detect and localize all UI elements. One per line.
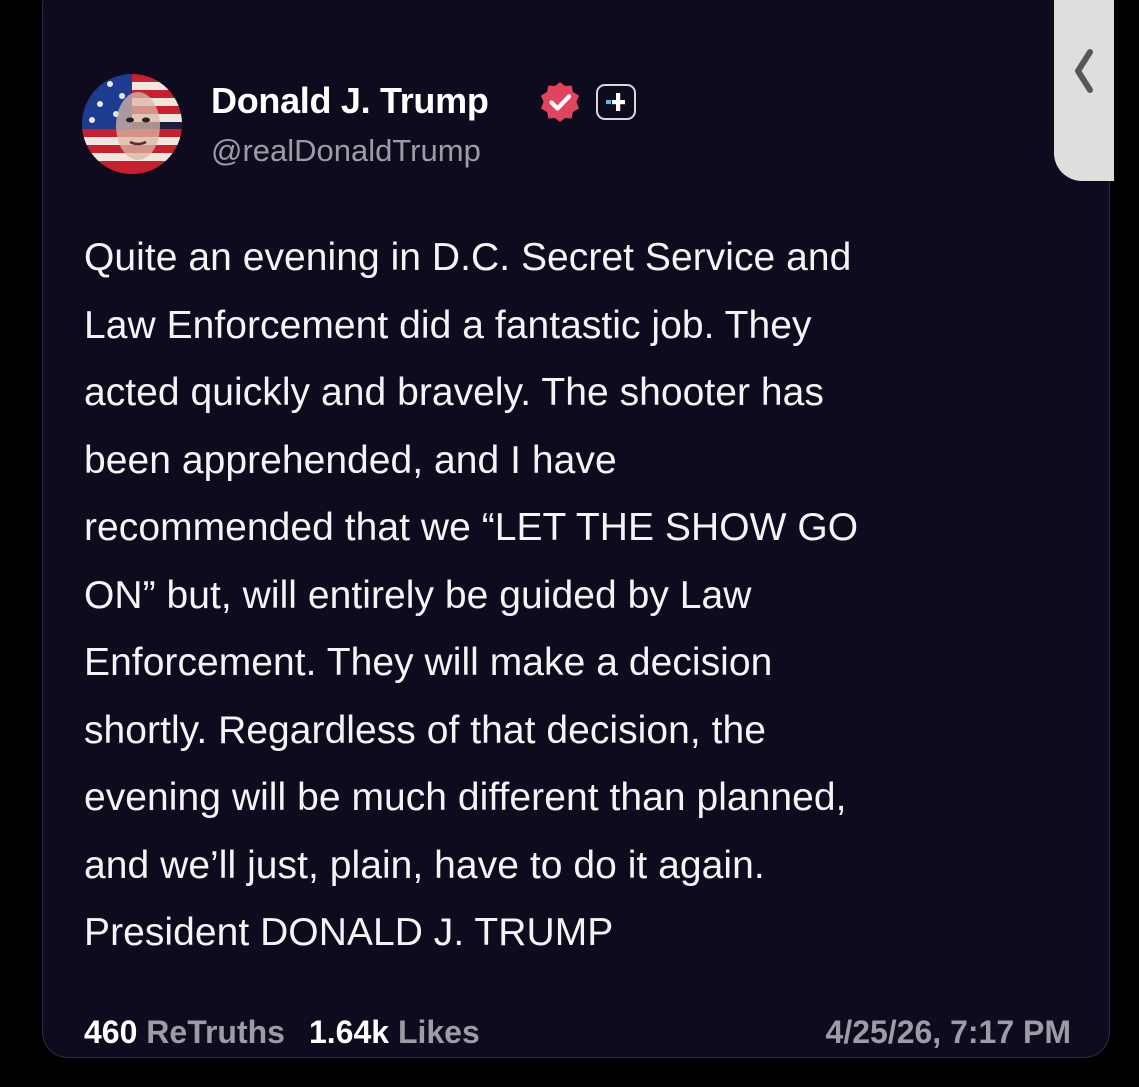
avatar[interactable] bbox=[82, 74, 182, 174]
likes-count: 1.64k bbox=[308, 1014, 390, 1050]
post-text-line: President DONALD J. TRUMP bbox=[84, 911, 614, 954]
likes-label: Likes bbox=[397, 1014, 480, 1050]
retruths-stat[interactable]: 460 ReTruths bbox=[84, 1014, 285, 1050]
chevron-left-icon bbox=[1075, 49, 1093, 93]
post-text-line: acted quickly and bravely. The shooter h… bbox=[84, 371, 824, 414]
retruths-label: ReTruths bbox=[146, 1014, 285, 1050]
post-text: Quite an evening in D.C. Secret Service … bbox=[84, 224, 1074, 967]
author-handle[interactable]: @realDonaldTrump bbox=[211, 133, 481, 169]
post-timestamp[interactable]: 4/25/26, 7:17 PM bbox=[826, 1014, 1071, 1051]
post-text-line: evening will be much different than plan… bbox=[84, 776, 847, 819]
post-text-line: been apprehended, and I have bbox=[84, 438, 617, 482]
post-text-line: and we’ll just, plain, have to do it aga… bbox=[84, 843, 765, 887]
post-text-line: Quite an evening in D.C. Secret Service … bbox=[84, 236, 852, 279]
post-text-line: shortly. Regardless of that decision, th… bbox=[84, 708, 767, 752]
plus-badge-icon bbox=[596, 84, 636, 120]
post-stats: 460 ReTruths 1.64k Likes bbox=[84, 1014, 480, 1051]
post-text-line: Enforcement. They will make a decision bbox=[84, 641, 773, 684]
post-text-line: recommended that we “LET THE SHOW GO bbox=[84, 506, 859, 549]
post-text-line: ON” but, will entirely be guided by Law bbox=[84, 573, 752, 617]
post-text-line: Law Enforcement did a fantastic job. The… bbox=[84, 303, 812, 347]
author-display-name[interactable]: Donald J. Trump bbox=[211, 80, 489, 122]
avatar-image bbox=[82, 74, 182, 174]
retruths-count: 460 bbox=[84, 1014, 138, 1050]
side-panel-tab[interactable] bbox=[1054, 0, 1114, 181]
verified-badge-icon bbox=[541, 82, 579, 122]
likes-stat[interactable]: 1.64k Likes bbox=[309, 1014, 480, 1050]
